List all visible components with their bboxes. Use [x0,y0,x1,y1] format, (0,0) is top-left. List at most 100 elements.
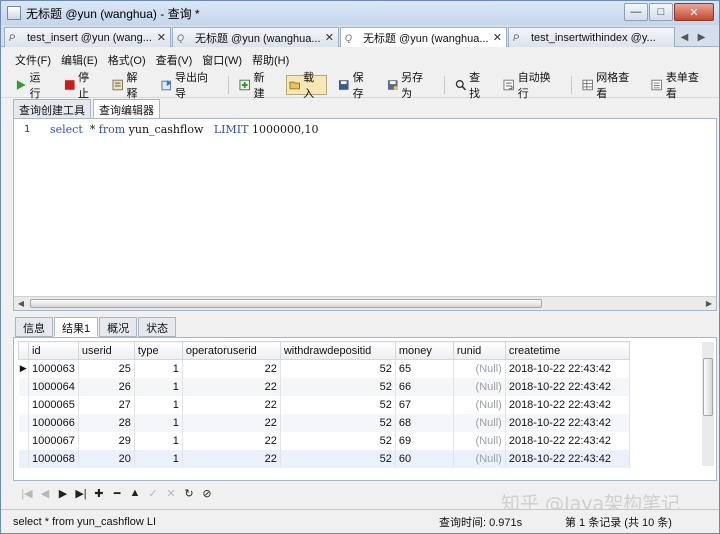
scroll-right-icon[interactable]: ▶ [704,299,714,309]
last-record-icon[interactable]: ▶| [73,487,89,500]
cell-createtime[interactable]: 2018-10-22 22:43:42 [505,377,630,396]
new-button[interactable]: 新建 [237,72,277,100]
chevron-left-icon[interactable]: ◀ [681,32,689,43]
cell-createtime[interactable]: 2018-10-22 22:43:42 [505,413,630,432]
sql-code[interactable]: select * from yun_cashflow LIMIT 1000000… [50,123,318,136]
menu-help[interactable]: 帮助(H) [252,52,289,68]
sql-editor[interactable]: 1 select * from yun_cashflow LIMIT 10000… [13,118,717,311]
form-view-button[interactable]: 表单查看 [649,72,710,100]
cell-runid[interactable]: (Null) [453,359,506,378]
cell-money[interactable]: 65 [395,359,454,378]
cell-createtime[interactable]: 2018-10-22 22:43:42 [505,431,630,450]
grid-view-button[interactable]: 网格查看 [580,72,641,100]
cell-userid[interactable]: 20 [78,449,135,468]
table-row[interactable]: 1000065 27 1 22 52 67 (Null) 2018-10-22 … [18,395,630,414]
minimize-button[interactable]: — [624,3,648,21]
table-row[interactable]: 1000068 20 1 22 52 60 (Null) 2018-10-22 … [18,449,630,468]
save-button[interactable]: 保存 [336,72,376,100]
cell-createtime[interactable]: 2018-10-22 22:43:42 [505,395,630,414]
column-header[interactable]: money [394,341,454,360]
chevron-right-icon[interactable]: ▶ [698,32,706,43]
export-wizard-button[interactable]: 导出向导 [159,72,220,100]
cell-id[interactable]: 1000064 [28,377,79,396]
menu-view[interactable]: 查看(V) [156,52,193,68]
cell-runid[interactable]: (Null) [453,377,506,396]
column-header[interactable]: id [28,341,79,360]
cell-type[interactable]: 1 [134,359,183,378]
column-header[interactable]: withdrawdepositid [279,341,396,360]
tab-result1[interactable]: 结果1 [54,317,99,337]
cell-runid[interactable]: (Null) [453,449,506,468]
table-row[interactable]: 1000067 29 1 22 52 69 (Null) 2018-10-22 … [18,431,630,450]
cell-withdrawdepositid[interactable]: 52 [280,413,396,432]
cell-operatoruserid[interactable]: 22 [182,377,281,396]
cell-userid[interactable]: 26 [78,377,135,396]
close-button[interactable]: ✕ [674,3,714,21]
doc-tab-active[interactable]: Q 无标题 @yun (wanghua... ✕ [340,27,507,47]
close-tab-icon[interactable]: ✕ [325,31,334,44]
tab-info[interactable]: 信息 [15,317,53,337]
cell-operatoruserid[interactable]: 22 [182,395,281,414]
menu-format[interactable]: 格式(O) [108,52,146,68]
menu-window[interactable]: 窗口(W) [202,52,242,68]
cell-money[interactable]: 69 [395,431,454,450]
close-tab-icon[interactable]: ✕ [157,31,166,44]
cell-userid[interactable]: 25 [78,359,135,378]
stop-query-icon[interactable]: ⊘ [199,487,215,500]
cell-money[interactable]: 67 [395,395,454,414]
word-wrap-button[interactable]: 自动换行 [501,72,562,100]
cell-operatoruserid[interactable]: 22 [182,449,281,468]
apply-changes-icon[interactable]: ✓ [145,487,161,500]
tab-status[interactable]: 状态 [138,317,177,337]
table-row[interactable]: 1000066 28 1 22 52 68 (Null) 2018-10-22 … [18,413,630,432]
find-button[interactable]: 查找 [453,72,493,100]
cell-money[interactable]: 60 [395,449,454,468]
tab-profile[interactable]: 概况 [99,317,138,337]
close-tab-icon[interactable]: ✕ [493,31,502,44]
cell-createtime[interactable]: 2018-10-22 22:43:42 [505,449,630,468]
move-up-icon[interactable]: ▲ [127,487,143,499]
cell-withdrawdepositid[interactable]: 52 [280,395,396,414]
cell-id[interactable]: 1000065 [28,395,79,414]
cell-withdrawdepositid[interactable]: 52 [280,359,396,378]
menu-edit[interactable]: 编辑(E) [61,52,98,68]
cell-id[interactable]: 1000068 [28,449,79,468]
cell-withdrawdepositid[interactable]: 52 [280,377,396,396]
column-header[interactable]: runid [452,341,506,360]
cell-withdrawdepositid[interactable]: 52 [280,449,396,468]
cell-runid[interactable]: (Null) [453,413,506,432]
previous-record-icon[interactable]: ◀ [37,487,53,500]
cell-id[interactable]: 1000066 [28,413,79,432]
cell-operatoruserid[interactable]: 22 [182,359,281,378]
doc-tab[interactable]: P test_insertwithindex @y... [508,27,675,47]
column-header[interactable]: createtime [504,341,630,360]
editor-horizontal-scrollbar[interactable]: ◀ ▶ [14,296,716,310]
cell-money[interactable]: 66 [395,377,454,396]
cell-type[interactable]: 1 [134,377,183,396]
doc-tab[interactable]: P test_insert @yun (wang... ✕ [4,27,171,47]
grid-vertical-scrollbar[interactable] [702,342,714,466]
run-button[interactable]: 运行 [13,72,53,100]
stop-button[interactable]: 停止 [62,72,102,100]
table-row[interactable]: ▶ 1000063 25 1 22 52 65 (Null) 2018-10-2… [18,359,630,378]
cell-runid[interactable]: (Null) [453,431,506,450]
menu-file[interactable]: 文件(F) [15,52,51,68]
scroll-thumb[interactable] [703,358,713,416]
save-as-button[interactable]: 另存为 [385,72,435,100]
cell-operatoruserid[interactable]: 22 [182,413,281,432]
add-record-icon[interactable]: ✚ [91,487,107,500]
cell-operatoruserid[interactable]: 22 [182,431,281,450]
tab-query-editor[interactable]: 查询编辑器 [93,99,160,119]
cell-type[interactable]: 1 [134,449,183,468]
column-header[interactable]: type [133,341,183,360]
first-record-icon[interactable]: |◀ [19,487,35,500]
discard-changes-icon[interactable]: ✕ [163,487,179,500]
column-header[interactable]: userid [77,341,135,360]
cell-id[interactable]: 1000067 [28,431,79,450]
refresh-icon[interactable]: ↻ [181,487,197,500]
delete-record-icon[interactable]: ━ [109,487,125,500]
explain-button[interactable]: 解释 [110,72,150,100]
column-header[interactable]: operatoruserid [181,341,281,360]
load-button[interactable]: 载入 [285,72,328,100]
cell-type[interactable]: 1 [134,431,183,450]
